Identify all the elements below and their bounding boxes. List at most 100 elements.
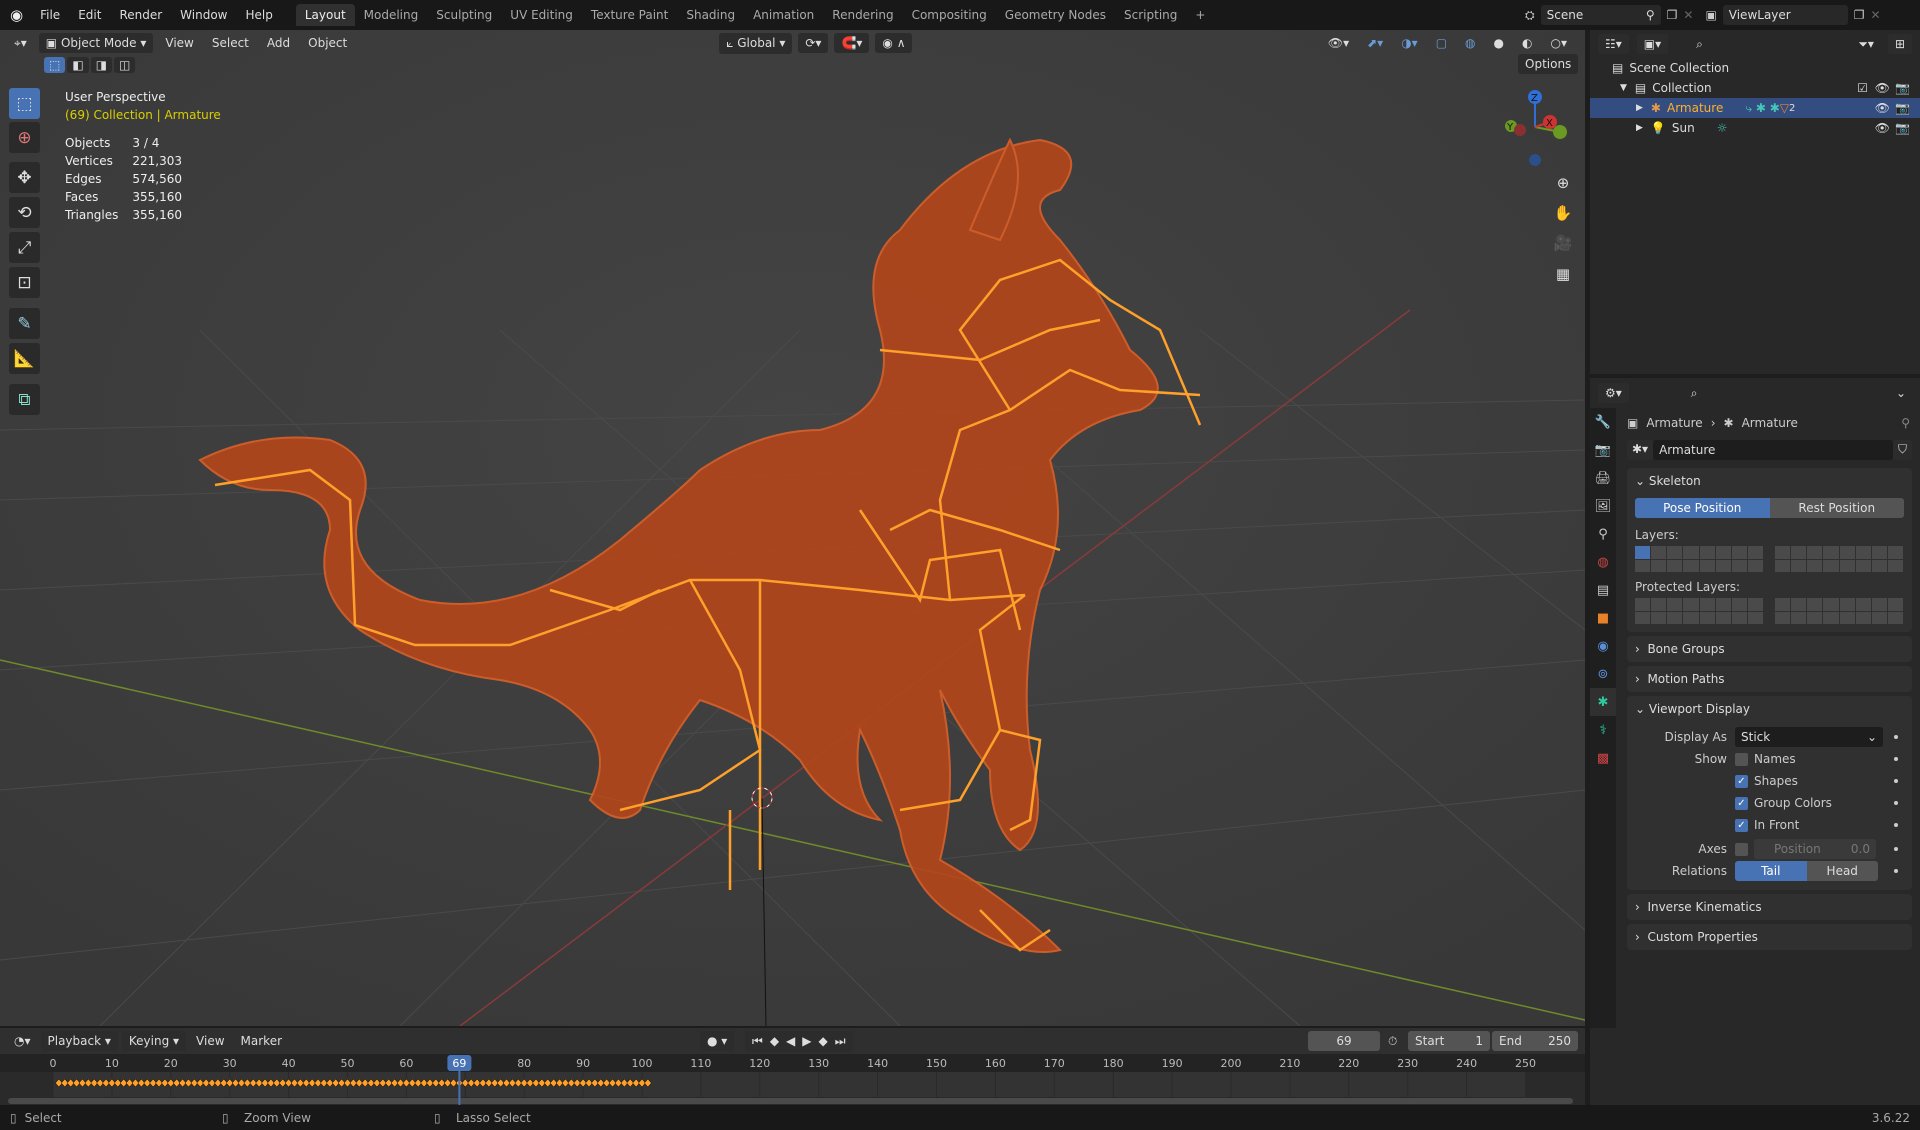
relations-tail-button[interactable]: Tail <box>1735 861 1807 881</box>
timeline-view-menu[interactable]: View <box>190 1031 230 1051</box>
keyframe-dot[interactable] <box>1894 735 1898 739</box>
outliner-search-input[interactable]: ⌕ <box>1690 34 1801 54</box>
skeleton-panel-header[interactable]: ⌄ Skeleton <box>1627 468 1912 494</box>
tab-compositing[interactable]: Compositing <box>903 4 996 26</box>
menu-edit[interactable]: Edit <box>69 8 110 22</box>
tab-sculpting[interactable]: Sculpting <box>427 4 501 26</box>
gizmo-neg-x[interactable] <box>1514 124 1526 136</box>
bone-groups-panel[interactable]: › Bone Groups <box>1627 636 1912 662</box>
layer-cell[interactable] <box>1855 559 1871 572</box>
layer-cell[interactable] <box>1747 598 1763 611</box>
armature-data-tab-icon[interactable]: ✱ <box>1590 688 1616 716</box>
layer-cell[interactable] <box>1887 559 1903 572</box>
layer-cell[interactable] <box>1683 559 1699 572</box>
rest-position-button[interactable]: Rest Position <box>1769 498 1904 518</box>
layer-cell[interactable] <box>1651 598 1667 611</box>
layer-cell[interactable] <box>1839 546 1855 559</box>
layer-cell[interactable] <box>1839 598 1855 611</box>
layer-cell[interactable] <box>1887 598 1903 611</box>
fake-user-icon[interactable]: ⛉ <box>1892 440 1912 460</box>
layer-cell[interactable] <box>1715 546 1731 559</box>
new-collection-icon[interactable]: ⊞ <box>1887 34 1912 54</box>
new-scene-icon[interactable]: ❐ <box>1667 8 1678 22</box>
filter-icon[interactable]: ⏷▾ <box>1852 34 1880 55</box>
timeline-track[interactable]: 0 10 20 30 40 50 60 80 90 100 110 120 130 140 150 160 17… <box>0 1054 1585 1105</box>
blender-logo-icon[interactable]: ◉ <box>0 6 31 24</box>
in-front-checkbox[interactable]: ✓ <box>1735 818 1748 832</box>
orientation-selector[interactable]: ⟀ Global ▾ <box>719 32 793 54</box>
layer-cell[interactable] <box>1683 546 1699 559</box>
axes-position-field[interactable]: Position 0.0 <box>1754 839 1876 859</box>
annotate-tool[interactable]: ✎ <box>9 308 40 339</box>
viewport-display-header[interactable]: ⌄ Viewport Display <box>1627 696 1912 722</box>
view-layer-tab-icon[interactable]: 🖼 <box>1590 492 1616 520</box>
motion-paths-panel[interactable]: › Motion Paths <box>1627 666 1912 692</box>
texture-tab-icon[interactable]: ▩ <box>1590 744 1616 772</box>
layer-cell[interactable] <box>1855 611 1871 624</box>
layer-cell[interactable] <box>1635 598 1651 611</box>
jump-start-icon[interactable]: ⏮ <box>752 1034 763 1049</box>
pin-icon[interactable]: ⚲ <box>1901 416 1910 430</box>
eye-icon[interactable]: 👁 <box>1875 81 1890 95</box>
layer-cell[interactable] <box>1791 546 1807 559</box>
pose-position-button[interactable]: Pose Position <box>1635 498 1770 518</box>
material-shading-icon[interactable]: ◐ <box>1516 33 1538 53</box>
view-layer-selector[interactable]: ViewLayer <box>1722 5 1848 25</box>
tool-tab-icon[interactable]: 🔧 <box>1590 408 1616 436</box>
layer-cell[interactable] <box>1715 611 1731 624</box>
layer-cell[interactable] <box>1731 546 1747 559</box>
layer-cell[interactable] <box>1807 559 1823 572</box>
select-subtract-icon[interactable]: ◨ <box>90 57 113 73</box>
layer-cell[interactable] <box>1747 559 1763 572</box>
layer-cell[interactable] <box>1871 598 1887 611</box>
layer-cell[interactable] <box>1887 611 1903 624</box>
eye-icon[interactable]: 👁 <box>1875 101 1890 115</box>
solid-shading-icon[interactable]: ● <box>1488 33 1510 53</box>
jump-end-icon[interactable]: ⏭ <box>835 1034 846 1049</box>
measure-tool[interactable]: 📐 <box>9 343 40 374</box>
layers-grid[interactable] <box>1627 546 1912 572</box>
scene-collection-row[interactable]: ▤ Scene Collection <box>1590 58 1920 78</box>
outliner-item-armature[interactable]: ▶ ✱ Armature ⤷ ✱ ✱ ▽ 2 👁 📷 <box>1590 98 1920 118</box>
tab-geometry-nodes[interactable]: Geometry Nodes <box>996 4 1115 26</box>
layer-cell[interactable] <box>1747 546 1763 559</box>
next-keyframe-icon[interactable]: ◆ <box>819 1034 828 1049</box>
tab-rendering[interactable]: Rendering <box>823 4 902 26</box>
add-workspace-button[interactable]: + <box>1186 4 1214 26</box>
options-button[interactable]: Options <box>1518 54 1579 74</box>
proportional-edit-button[interactable]: ◉ ∧ <box>875 33 913 53</box>
scale-tool[interactable]: ⤢ <box>9 232 40 263</box>
layer-cell[interactable] <box>1807 611 1823 624</box>
outliner-editor-type-icon[interactable]: ☷▾ <box>1598 34 1629 54</box>
render-tab-icon[interactable]: 📷 <box>1590 436 1616 464</box>
layer-cell[interactable] <box>1683 598 1699 611</box>
display-as-dropdown[interactable]: Stick ⌄ <box>1735 727 1883 747</box>
exclude-checkbox[interactable]: ☑ <box>1857 81 1868 95</box>
armature-name-field[interactable]: Armature <box>1653 440 1893 460</box>
layer-cell[interactable] <box>1667 546 1683 559</box>
layer-cell[interactable] <box>1823 611 1839 624</box>
overlay-toggle-icon[interactable]: ◑▾ <box>1395 33 1424 53</box>
layer-cell[interactable] <box>1667 611 1683 624</box>
gizmo-neg-z[interactable] <box>1529 154 1541 166</box>
select-extend-icon[interactable]: ◧ <box>67 57 89 73</box>
playback-menu[interactable]: Playback ▾ <box>40 1031 118 1051</box>
menu-select[interactable]: Select <box>206 33 255 53</box>
menu-render[interactable]: Render <box>110 8 171 22</box>
eye-icon[interactable]: 👁 <box>1875 121 1890 135</box>
tab-animation[interactable]: Animation <box>744 4 823 26</box>
ortho-toggle-button[interactable]: ▦ <box>1550 261 1576 287</box>
menu-window[interactable]: Window <box>171 8 236 22</box>
prev-keyframe-icon[interactable]: ◆ <box>770 1034 779 1049</box>
menu-add[interactable]: Add <box>261 33 296 53</box>
layer-cell[interactable] <box>1699 559 1715 572</box>
layer-cell[interactable] <box>1651 546 1667 559</box>
zoom-view-button[interactable]: ⊕ <box>1550 170 1576 196</box>
layer-cell[interactable] <box>1635 559 1651 572</box>
camera-view-button[interactable]: 🎥 <box>1550 230 1576 256</box>
properties-search-input[interactable]: ⌕ <box>1684 383 1795 403</box>
collection-row[interactable]: ▼ ▤ Collection ☑ 👁 📷 <box>1590 78 1920 98</box>
layer-cell[interactable] <box>1683 611 1699 624</box>
object-tab-icon[interactable]: ■ <box>1590 604 1616 632</box>
layer-cell[interactable] <box>1775 546 1791 559</box>
